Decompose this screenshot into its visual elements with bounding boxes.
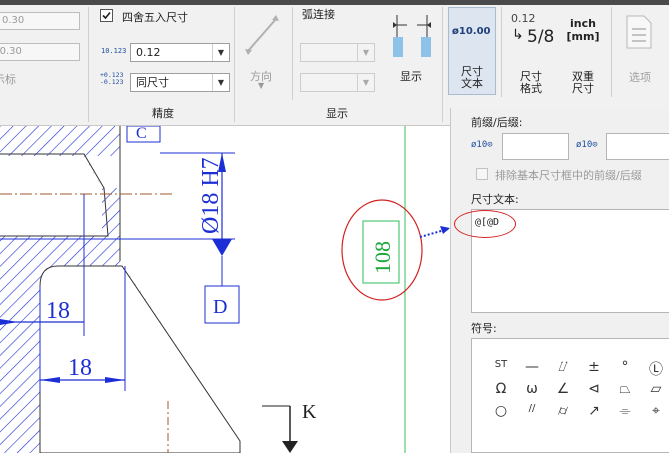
format-decimal-icon: 0.12 — [511, 12, 536, 25]
text-highlight-ellipse — [454, 210, 516, 238]
circularity-icon[interactable]: ○ — [490, 403, 512, 419]
pointer-arrowhead — [440, 226, 450, 234]
chevron-down-icon: ▼ — [357, 74, 374, 91]
dim-18-lower: 18 — [68, 355, 92, 381]
flatness-icon[interactable]: — — [521, 359, 543, 375]
format-arrow-icon: ↳ — [512, 27, 524, 43]
options-label: 选项 — [629, 71, 651, 84]
inch-mm-icon: inch [mm] — [566, 17, 600, 43]
tolerance-decimals-icon: +0.123 -0.123 — [100, 71, 124, 86]
section-arrow — [282, 441, 298, 453]
round-checkbox-label: 四舍五入尺寸 — [122, 11, 188, 24]
statistical-icon[interactable]: ST — [490, 359, 512, 370]
exclude-checkbox[interactable] — [476, 168, 488, 180]
section-k-label: K — [302, 401, 317, 423]
format-fraction-icon: 5/8 — [527, 27, 555, 47]
datum-c-label: C — [136, 126, 147, 142]
tolerance-lower-input[interactable]: -0.30 — [0, 43, 80, 61]
ohm-icon[interactable]: Ω — [490, 381, 512, 397]
chevron-down-icon: ▼ — [212, 74, 229, 91]
ribbon-separator — [88, 7, 89, 122]
prefix-icon: ø10⊙ — [471, 140, 493, 150]
runout-icon[interactable]: ↗ — [583, 403, 605, 419]
precision-group-label: 精度 — [152, 107, 174, 120]
dimension-format-button[interactable]: 0.12 ↳ 5/8 尺寸 格式 — [505, 9, 557, 97]
arc-connection-select[interactable]: ▼ — [300, 43, 375, 62]
symbols-label: 符号: — [471, 322, 497, 335]
symmetry-icon[interactable]: ⌯ — [614, 403, 636, 419]
decimals-select-value: 0.12 — [136, 46, 161, 59]
perpendicular-icon[interactable]: ⌭ — [552, 403, 574, 419]
tolerance-upper-input[interactable]: 0.30 — [0, 12, 80, 30]
dimension-format-label: 尺寸 格式 — [520, 70, 542, 95]
dim-18-upper: 18 — [46, 298, 70, 324]
ribbon-separator — [292, 7, 293, 100]
direction-chevron-icon: ▼ — [258, 81, 265, 90]
drawing-canvas[interactable]: C Ø18 H7 D 18 18 K 108 — [0, 126, 450, 453]
dim-diameter-18-h7: Ø18 H7 — [198, 157, 224, 234]
tolerance-decimals-value: 同尺寸 — [136, 76, 169, 89]
dimension-text-label: 尺寸 文本 — [461, 65, 483, 90]
position-icon[interactable]: ⌖ — [645, 403, 667, 419]
dimension-text-button[interactable]: ø10.00 尺寸 文本 — [448, 7, 496, 95]
dim-text-area[interactable]: @[@D — [454, 209, 669, 313]
diameter-text-icon: ø10.00 — [452, 26, 491, 37]
degree-icon[interactable]: ° — [614, 359, 636, 375]
decimals-icon: 10.123 — [101, 47, 127, 55]
prefix-suffix-label: 前缀/后缀: — [471, 116, 523, 129]
angularity-icon[interactable]: ∠ — [552, 381, 574, 397]
dual-dimension-label: 双重 尺寸 — [572, 70, 594, 95]
symbol-palette: ST — ⌰ ± ° Ⓛ Ωω ∠ ⊲ ⏢ ⏥ ○ // ⌭ ↗ ⌯ ⌖ — [471, 338, 669, 453]
cylindricity-icon[interactable]: ⌰ — [552, 359, 574, 375]
chevron-down-icon: ▼ — [357, 44, 374, 61]
direction-icon — [245, 15, 279, 55]
profile-line-icon[interactable]: ⏥ — [645, 381, 667, 397]
parallelism-icon[interactable]: // — [521, 403, 543, 414]
exclude-checkbox-label: 排除基本尺寸框中的前缀/后缀 — [495, 169, 642, 182]
decimals-select[interactable]: 0.12 ▼ — [130, 43, 230, 62]
plus-minus-icon[interactable]: ± — [583, 359, 605, 375]
display-button-label[interactable]: 显示 — [400, 68, 422, 84]
round-checkbox[interactable] — [100, 9, 113, 22]
suffix-input[interactable] — [606, 133, 669, 160]
checkmark-icon — [102, 11, 111, 20]
ribbon-separator — [234, 7, 235, 122]
display-group-label: 显示 — [326, 107, 348, 120]
profile-surface-icon[interactable]: ⏢ — [614, 381, 636, 397]
lmc-icon[interactable]: Ⓛ — [645, 359, 667, 379]
display-icon — [393, 15, 431, 57]
dual-dimension-button[interactable]: inch [mm] 双重 尺寸 — [558, 9, 608, 97]
arc-connection-label: 弧连接 — [302, 8, 335, 21]
options-button[interactable]: 选项 — [616, 9, 664, 97]
dim-text-label: 尺寸文本: — [471, 193, 519, 206]
dimension-text-panel: 前缀/后缀: ø10⊙ ø10⊙ 排除基本尺寸框中的前缀/后缀 尺寸文本: @[… — [450, 108, 669, 453]
chevron-down-icon: ▼ — [212, 44, 229, 61]
bore-cutout — [0, 156, 102, 236]
suffix-icon: ø10⊙ — [576, 140, 598, 150]
arc-style-select[interactable]: ▼ — [300, 73, 375, 92]
tolerance-decimals-select[interactable]: 同尺寸 ▼ — [130, 73, 230, 92]
ribbon-separator — [501, 7, 502, 97]
datum-d-label: D — [213, 296, 227, 318]
dim-108-label: 108 — [370, 241, 395, 274]
triangle-arrow-icon[interactable]: ⊲ — [583, 381, 605, 397]
document-icon — [626, 15, 652, 49]
tolerance-label-fragment: 示标 — [0, 73, 16, 86]
ribbon-separator — [442, 7, 443, 122]
ribbon-separator — [611, 7, 612, 97]
omega-icon[interactable]: ω — [521, 381, 543, 397]
prefix-input[interactable] — [502, 133, 569, 160]
